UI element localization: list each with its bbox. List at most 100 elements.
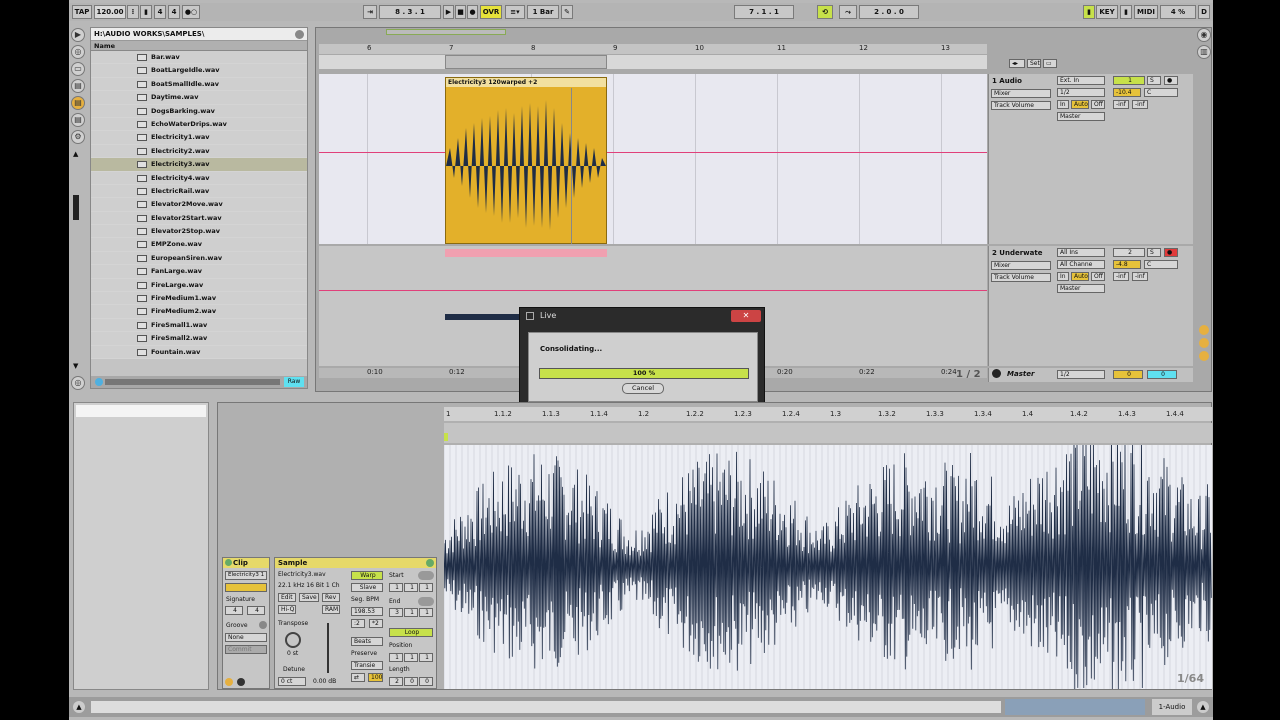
loop-brace[interactable] (445, 55, 607, 69)
file-browser-3-icon[interactable]: ▤ (71, 113, 85, 127)
position-beat[interactable]: 1 (404, 653, 418, 662)
file-browser-1-icon[interactable]: ▤ (71, 79, 85, 93)
cancel-button[interactable]: Cancel (622, 383, 664, 394)
detune-field[interactable]: 0 ct (278, 677, 306, 686)
file-row[interactable]: Bar.wav (91, 51, 307, 65)
hot-swap-icon[interactable]: ⚙ (71, 130, 85, 144)
warp-marker-lane[interactable] (444, 423, 1212, 443)
browser-scroll-handle[interactable] (73, 195, 79, 220)
track-2-name[interactable]: 2 Underwate (992, 249, 1042, 257)
master-volume[interactable]: 0 (1113, 370, 1143, 379)
warp-button[interactable]: Warp (351, 571, 383, 580)
length-sixteenth[interactable]: 0 (419, 677, 433, 686)
hiq-button[interactable]: Hi-Q (278, 605, 296, 614)
sig-num[interactable]: 4 (154, 5, 166, 19)
tap-button[interactable]: TAP (72, 5, 92, 19)
file-row[interactable]: EMPZone.wav (91, 238, 307, 252)
gain-slider[interactable] (327, 623, 329, 673)
sample-ruler[interactable]: 1 1.1.2 1.1.3 1.1.4 1.2 1.2.2 1.2.3 1.2.4 1.3 1.3… (444, 407, 1212, 421)
start-sixteenth[interactable]: 1 (419, 583, 433, 592)
end-sixteenth[interactable]: 1 (419, 608, 433, 617)
plugin-browser-icon[interactable]: ▭ (71, 62, 85, 76)
slave-button[interactable]: Slave (351, 583, 383, 592)
preview-waveform[interactable] (105, 379, 280, 385)
track-1-activator[interactable]: 1 (1113, 76, 1145, 85)
track-2-volume[interactable]: -4.8 (1113, 260, 1141, 269)
play-button[interactable]: ▶ (443, 5, 454, 19)
half-tempo-button[interactable]: :2 (351, 619, 365, 628)
monitor-in-button[interactable]: In (1057, 272, 1069, 281)
track-2-param-select[interactable]: Track Volume (991, 273, 1051, 282)
io-toggle-icon[interactable] (1199, 325, 1209, 335)
metronome-icon[interactable]: ▮ (140, 5, 152, 19)
punch-icon[interactable]: ⤳ (839, 5, 857, 19)
browser-toggle-icon[interactable]: ◎ (71, 376, 85, 390)
sends-toggle-icon[interactable] (1199, 338, 1209, 348)
close-icon[interactable]: ✕ (731, 310, 761, 322)
track-2-input-select[interactable]: All Ins (1057, 248, 1105, 257)
set-toggle-icon[interactable]: ▭ (1043, 59, 1057, 68)
length-beat[interactable]: 0 (404, 677, 418, 686)
follow-icon[interactable]: ●○ (182, 5, 200, 19)
loop-bar[interactable] (319, 55, 987, 69)
edit-button[interactable]: Edit (278, 593, 296, 602)
track-1-arm-icon[interactable]: ● (1164, 76, 1178, 85)
clip-toggle-1-icon[interactable] (225, 678, 233, 686)
browser-path[interactable]: H:\AUDIO WORKS\SAMPLES\ (91, 28, 307, 41)
returns-toggle-icon[interactable] (1199, 351, 1209, 361)
file-row[interactable]: FireMedium1.wav (91, 292, 307, 306)
file-row[interactable]: FireSmall1.wav (91, 318, 307, 333)
audio-clip-2[interactable] (445, 249, 607, 257)
loop-length-field[interactable]: 2 . 0 . 0 (859, 5, 919, 19)
track-2-solo[interactable]: S (1147, 248, 1161, 257)
file-row[interactable]: Fountain.wav (91, 345, 307, 359)
track-1-output-select[interactable]: Master (1057, 112, 1105, 121)
track-2-output-select[interactable]: Master (1057, 284, 1105, 293)
record-button[interactable]: ● (467, 5, 478, 19)
track-1-input-ch[interactable]: 1/2 (1057, 88, 1105, 97)
monitor-auto-button[interactable]: Auto (1071, 272, 1089, 281)
browser-options-icon[interactable] (295, 30, 304, 39)
pencil-icon[interactable]: ✎ (561, 5, 573, 19)
ovr-button[interactable]: OVR (480, 5, 502, 19)
file-row[interactable]: Daytime.wav (91, 91, 307, 105)
midi-map-icon[interactable]: ▮ (1120, 5, 1132, 19)
set-nav-icon[interactable]: ◂▸ (1009, 59, 1025, 68)
track-1-mixer-select[interactable]: Mixer (991, 89, 1051, 98)
track-1-volume[interactable]: -10.4 (1113, 88, 1141, 97)
monitor-off-button[interactable]: Off (1091, 272, 1105, 281)
sample-add-icon[interactable] (426, 559, 434, 567)
file-row[interactable]: Elevator2Move.wav (91, 198, 307, 212)
view-toggle-icon[interactable]: ◉ (1197, 28, 1211, 42)
loop-mode-icon[interactable]: ⇄ (351, 673, 365, 682)
file-row[interactable]: Elevator2Stop.wav (91, 225, 307, 239)
start-marker[interactable] (444, 433, 448, 441)
loop-switch-icon[interactable]: ⟲ (817, 5, 833, 19)
seg-bpm-field[interactable]: 198.53 (351, 607, 383, 616)
file-row[interactable]: Electricity2.wav (91, 144, 307, 159)
nudge-icon[interactable]: ⁞ (127, 5, 139, 19)
midi-button[interactable]: MIDI (1134, 5, 1158, 19)
position-bar[interactable]: 1 (389, 653, 403, 662)
automation-line[interactable] (319, 152, 987, 153)
file-row[interactable]: ElectricRail.wav (91, 184, 307, 199)
file-row[interactable]: FanLarge.wav (91, 265, 307, 279)
track-1-lane[interactable]: Electricity3 120warped +2 (319, 74, 987, 244)
end-set-button[interactable] (418, 597, 434, 606)
play-preview-icon[interactable]: ▶ (71, 28, 85, 42)
clip-toggle-2-icon[interactable] (237, 678, 245, 686)
clip-sig-den[interactable]: 4 (247, 606, 265, 615)
transpose-knob[interactable] (285, 632, 301, 648)
tempo-field[interactable]: 120.00 (94, 5, 126, 19)
monitor-off-button[interactable]: Off (1091, 100, 1105, 109)
column-header-name[interactable]: Name (91, 41, 307, 51)
detail-toggle-icon[interactable]: ▲ (1197, 701, 1209, 713)
master-output[interactable]: 1/2 (1057, 370, 1105, 379)
start-beat[interactable]: 1 (404, 583, 418, 592)
double-tempo-button[interactable]: *2 (369, 619, 383, 628)
automation-line[interactable] (319, 290, 987, 291)
track-1-name[interactable]: 1 Audio (992, 77, 1022, 85)
clip-sig-num[interactable]: 4 (225, 606, 243, 615)
stop-button[interactable]: ■ (455, 5, 466, 19)
track-2-mixer-select[interactable]: Mixer (991, 261, 1051, 270)
